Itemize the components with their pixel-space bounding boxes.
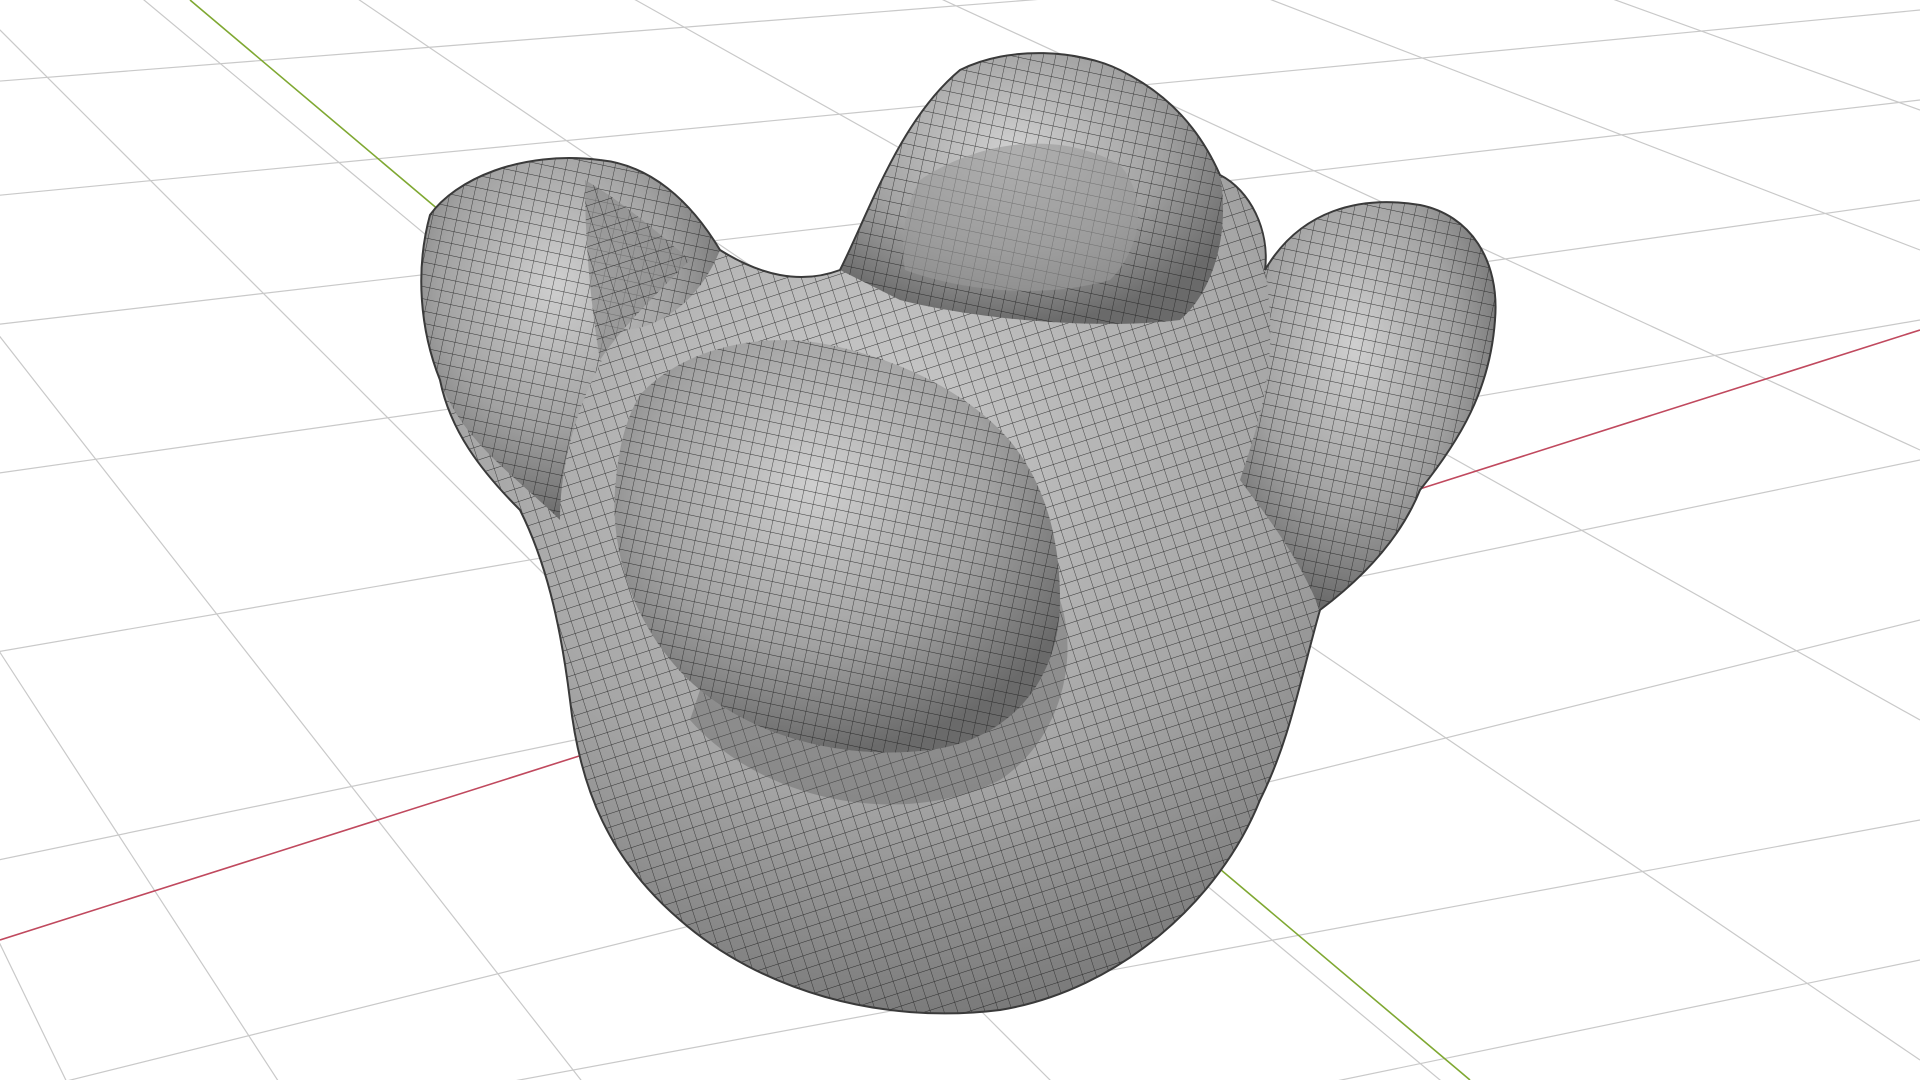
viewport-canvas[interactable]	[0, 0, 1920, 1080]
3d-viewport[interactable]	[0, 0, 1920, 1080]
sculpted-mesh[interactable]	[380, 30, 1540, 1040]
mesh-back-rim	[840, 53, 1224, 324]
